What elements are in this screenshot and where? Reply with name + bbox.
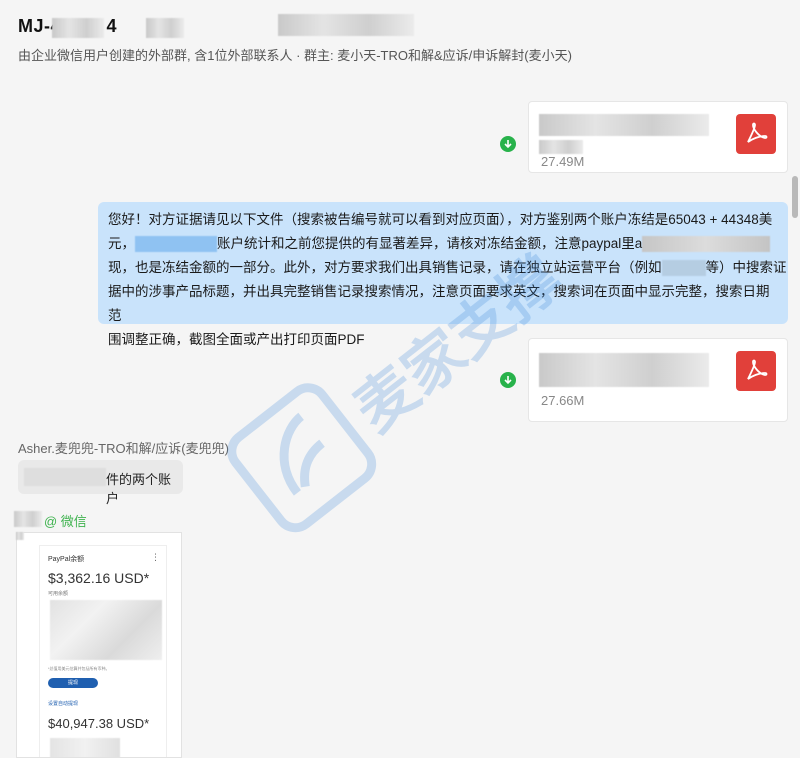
redaction — [661, 260, 706, 277]
redaction — [642, 236, 771, 253]
message-text: 元， — [108, 236, 135, 251]
balance-amount: $3,362.16 USD* — [48, 570, 150, 586]
kebab-icon: ⋮ — [151, 552, 160, 562]
redaction — [50, 738, 120, 757]
message-line: 现，也是冻结金额的一部分。此外，对方要求我们出具销售记录，请在独立站运营平台（例… — [108, 256, 787, 280]
image-inner-card: PayPal余额 ⋮ $3,362.16 USD* 可用余额 *总值用美元估算并… — [39, 545, 167, 757]
message-text: 等）中搜索证 — [705, 260, 787, 275]
received-message-bubble[interactable]: 件的两个账户 — [18, 460, 183, 506]
redaction — [278, 14, 414, 36]
auto-withdraw-link: 设置自动提现 — [48, 701, 79, 707]
file-size: 27.66M — [541, 393, 585, 408]
redaction — [135, 236, 217, 253]
redaction — [539, 140, 583, 154]
sent-message-bubble[interactable]: 您好！对方证据请见以下文件（搜索被告编号就可以看到对应页面），对方鉴别两个账户冻… — [98, 202, 788, 347]
message-text: 现，也是冻结金额的一部分。此外，对方要求我们出具销售记录，请在独立站运营平台（例… — [108, 260, 662, 275]
redaction — [24, 468, 106, 486]
message-line: 您好！对方证据请见以下文件（搜索被告编号就可以看到对应页面），对方鉴别两个账户冻… — [108, 212, 773, 227]
withdraw-button: 提现 — [48, 678, 98, 688]
message-text: 件的两个账户 — [106, 472, 172, 506]
redaction — [14, 511, 42, 527]
message-line: 元， 账户统计和之前您提供的有显著差异，请核对冻结金额，注意paypal里a — [108, 232, 778, 256]
balance-note: *总值用美元估算并包括所有币种。 — [48, 666, 110, 671]
balance-amount: $40,947.38 USD* — [48, 716, 150, 731]
file-message[interactable]: 27.66M — [528, 338, 788, 422]
sent-status-icon — [500, 136, 516, 152]
message-text: 账户统计和之前您提供的有显著差异，请核对冻结金额，注意paypal里a — [217, 236, 643, 251]
scrollbar[interactable] — [792, 176, 798, 218]
redaction — [52, 18, 104, 38]
pdf-icon — [736, 114, 776, 154]
group-subtitle: 由企业微信用户创建的外部群, 含1位外部联系人 · 群主: 麦小天-TRO和解&… — [18, 48, 572, 63]
message-list[interactable]: 27.49M 您好！对方证据请见以下文件（搜索被告编号就可以看到对应页面），对方… — [0, 68, 800, 758]
sent-status-icon — [500, 372, 516, 388]
sender-name[interactable]: Asher.麦兜兜-TRO和解/应诉(麦兜兜) — [18, 438, 229, 457]
redaction — [146, 18, 184, 38]
paypal-heading: PayPal余额 — [48, 556, 85, 563]
pdf-icon — [736, 351, 776, 391]
redaction — [50, 600, 162, 660]
chat-header: MJ-4 NG- 4 由企业微信用户创建的外部群, 含1位外部联系人 · 群主:… — [0, 0, 800, 68]
file-message[interactable]: 27.49M — [528, 101, 788, 173]
balance-label: 可用余额 — [48, 591, 69, 597]
message-line: 据中的涉事产品标题，并出具完整销售记录搜索情况，注意页面要求英文，搜索词在页面中… — [108, 284, 770, 323]
redaction — [16, 532, 24, 540]
redaction — [539, 353, 709, 387]
image-message[interactable]: PayPal余额 ⋮ $3,362.16 USD* 可用余额 *总值用美元估算并… — [16, 532, 182, 758]
redaction — [539, 114, 709, 136]
wechat-tag: @ 微信 — [44, 514, 87, 529]
file-size: 27.49M — [541, 154, 585, 169]
